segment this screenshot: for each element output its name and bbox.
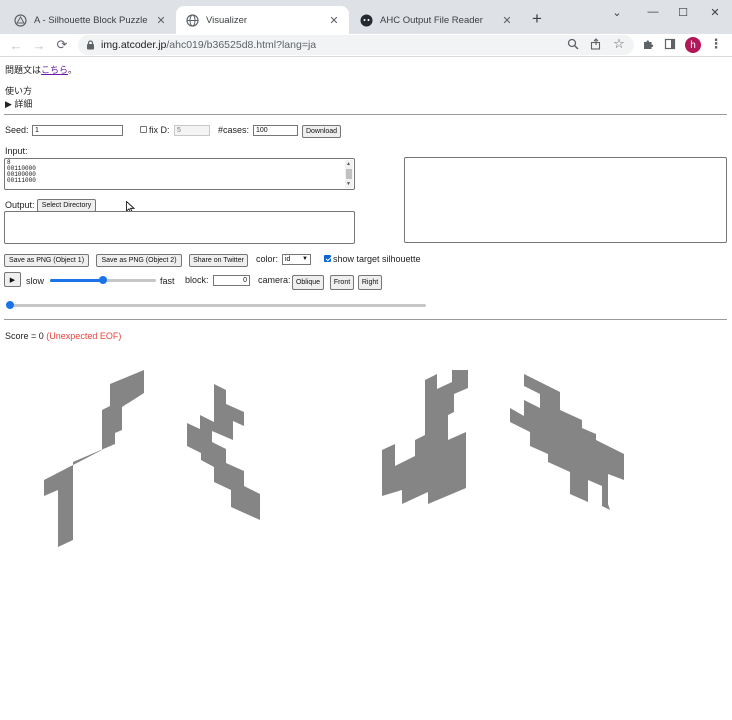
output-label: Output:	[5, 200, 35, 210]
close-window-icon[interactable]: ✕	[698, 2, 732, 22]
tab-strip: A - Silhouette Block Puzzle Creat ✕ Visu…	[0, 0, 732, 34]
save-png-object1-button[interactable]: Save as PNG (Object 1)	[4, 254, 89, 267]
cases-input[interactable]: 100	[253, 125, 298, 136]
maximize-icon[interactable]: ☐	[666, 2, 700, 22]
fix-d-checkbox[interactable]	[140, 126, 147, 133]
seed-input[interactable]: 1	[32, 125, 123, 136]
share-twitter-button[interactable]: Share on Twitter	[189, 254, 248, 267]
speed-slider-fill	[50, 279, 103, 282]
show-silhouette-label: show target silhouette	[333, 254, 421, 264]
slow-label: slow	[26, 276, 45, 286]
fix-d-label: fix D:	[149, 125, 170, 135]
problem-statement-line: 問題文はこちら。	[5, 63, 77, 76]
address-bar[interactable]: img.atcoder.jp/ahc019/b36525d8.html?lang…	[78, 35, 634, 55]
url-path: /ahc019/b36525d8.html?lang=ja	[166, 39, 317, 51]
camera-right-button[interactable]: Right	[358, 275, 382, 290]
camera-label: camera:	[258, 275, 291, 285]
new-tab-plus-icon[interactable]: +	[527, 9, 547, 29]
profile-avatar[interactable]: h	[685, 37, 701, 53]
silhouette-canvas	[44, 370, 624, 547]
turn-slider[interactable]	[6, 300, 426, 310]
color-select[interactable]: id ▼	[282, 254, 311, 265]
problem-link[interactable]: こちら	[41, 65, 68, 75]
share-icon[interactable]	[588, 36, 604, 52]
seed-label: Seed:	[5, 125, 29, 135]
side-panel-icon[interactable]	[662, 36, 678, 52]
lock-icon	[86, 40, 95, 50]
menu-kebab-icon[interactable]: ⋮	[708, 36, 724, 52]
silhouette-object2-front	[382, 370, 468, 504]
divider	[4, 114, 727, 115]
silhouette-object1-front	[44, 370, 144, 547]
input-textarea[interactable]: 8 00110000 00100000 00111000 ▲ ▼	[4, 158, 355, 190]
details-toggle[interactable]: ▶ 詳細	[5, 97, 32, 110]
close-icon[interactable]: ✕	[154, 14, 168, 27]
textarea-scrollbar[interactable]: ▲ ▼	[345, 160, 353, 188]
tab-output-reader[interactable]: AHC Output File Reader ✕	[350, 6, 522, 34]
minimize-icon[interactable]: —	[636, 2, 670, 22]
message-textarea[interactable]	[404, 157, 727, 243]
silhouette-object1-right	[187, 384, 260, 520]
browser-toolbar: ← → ⟳ img.atcoder.jp/ahc019/b36525d8.htm…	[0, 34, 732, 56]
bookmark-star-icon[interactable]: ☆	[611, 36, 627, 52]
score-line: Score = 0 (Unexpected EOF)	[5, 331, 121, 341]
speed-slider[interactable]	[50, 275, 156, 285]
play-button[interactable]: ▶	[4, 272, 21, 287]
score-text: Score = 0	[5, 331, 44, 341]
block-label: block:	[185, 275, 209, 285]
show-silhouette-checkbox[interactable]	[324, 255, 331, 262]
camera-front-button[interactable]: Front	[330, 275, 354, 290]
tab-title: A - Silhouette Block Puzzle Creat	[34, 14, 150, 26]
color-select-value: id	[285, 256, 291, 263]
camera-oblique-button[interactable]: Oblique	[292, 275, 324, 290]
silhouette-object2-right	[510, 374, 624, 510]
turn-slider-thumb[interactable]	[6, 301, 14, 309]
download-button[interactable]: Download	[302, 125, 341, 138]
input-text: 8 00110000 00100000 00111000	[7, 159, 36, 184]
color-label: color:	[256, 254, 279, 264]
extensions-puzzle-icon[interactable]	[640, 36, 656, 52]
play-icon: ▶	[9, 276, 16, 284]
output-textarea[interactable]	[4, 211, 355, 244]
chevron-down-icon: ▼	[302, 256, 308, 262]
back-arrow-icon[interactable]: ←	[7, 36, 25, 54]
cases-label: #cases:	[218, 125, 250, 135]
forward-arrow-icon[interactable]: →	[30, 36, 48, 54]
chevron-down-icon[interactable]: ⌄	[600, 2, 634, 22]
fast-label: fast	[160, 276, 175, 286]
speed-slider-thumb[interactable]	[99, 276, 107, 284]
tab-visualizer[interactable]: Visualizer ✕	[176, 6, 349, 34]
problem-suffix: 。	[68, 65, 78, 75]
zoom-icon[interactable]	[565, 36, 581, 52]
block-input[interactable]: 0	[213, 275, 250, 286]
divider	[4, 319, 727, 320]
github-favicon-icon	[360, 14, 373, 27]
close-icon[interactable]: ✕	[500, 14, 514, 27]
atcoder-favicon-icon	[14, 13, 27, 27]
close-icon[interactable]: ✕	[327, 14, 341, 27]
usage-heading: 使い方	[5, 86, 33, 96]
turn-slider-track	[6, 304, 426, 307]
save-png-object2-button[interactable]: Save as PNG (Object 2)	[96, 254, 182, 267]
error-text: (Unexpected EOF)	[46, 331, 122, 341]
input-label: Input:	[5, 146, 28, 156]
tab-title: Visualizer	[206, 14, 248, 26]
fix-d-input[interactable]: 5	[174, 125, 210, 136]
visualizer-page: 問題文はこちら。 使い方 ▶ 詳細 Seed: 1 fix D: 5 #case…	[0, 57, 732, 720]
problem-prefix: 問題文は	[5, 65, 42, 75]
tab-problem[interactable]: A - Silhouette Block Puzzle Creat ✕	[4, 6, 176, 34]
url-host: img.atcoder.jp	[101, 39, 167, 51]
globe-icon	[186, 13, 199, 27]
reload-icon[interactable]: ⟳	[53, 36, 71, 54]
tab-title: AHC Output File Reader	[380, 14, 483, 26]
